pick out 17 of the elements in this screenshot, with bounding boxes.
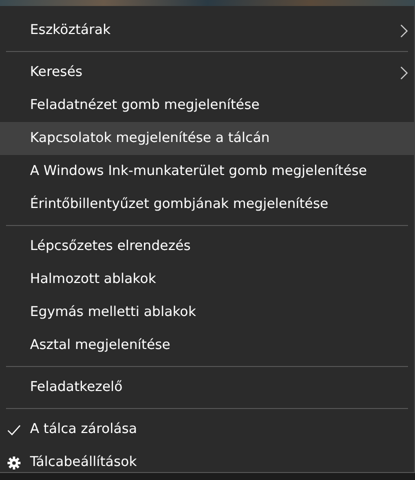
menu-item[interactable]: Egymás melletti ablakok — [0, 296, 414, 329]
menu-item[interactable]: Lépcsőzetes elrendezés — [0, 230, 414, 263]
menu-item[interactable]: Érintőbillentyűzet gombjának megjelenítése — [0, 188, 414, 221]
settings-icon — [7, 456, 21, 470]
menu-item[interactable]: Tálcabeállítások — [0, 446, 414, 479]
menu-item[interactable]: Eszköztárak — [0, 14, 414, 47]
menu-item[interactable]: Keresés — [0, 56, 414, 89]
menu-item[interactable]: Halmozott ablakok — [0, 263, 414, 296]
menu-item[interactable]: Kapcsolatok megjelenítése a tálcán — [0, 122, 414, 155]
menu-item[interactable]: A Windows Ink-munkaterület gomb megjelenítése — [0, 155, 414, 188]
menu-item[interactable]: Feladatnézet gomb megjelenítése — [0, 89, 414, 122]
chevron-right-icon — [400, 24, 408, 38]
menu-item[interactable]: A tálca zárolása — [0, 413, 414, 446]
menu-item[interactable]: Asztal megjelenítése — [0, 329, 414, 362]
checkmark-icon — [7, 424, 21, 436]
menu-item[interactable]: Feladatkezelő — [0, 371, 414, 404]
chevron-right-icon — [400, 66, 408, 80]
